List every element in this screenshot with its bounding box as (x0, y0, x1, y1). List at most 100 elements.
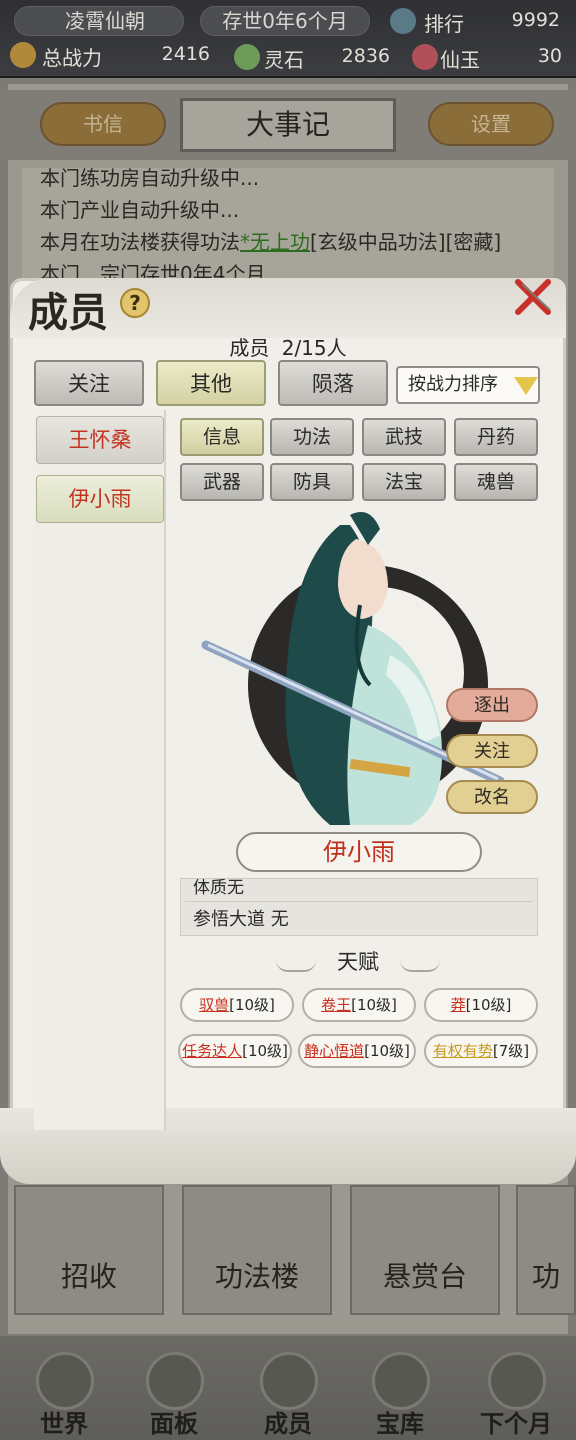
next-month-icon (488, 1352, 546, 1410)
chevron-down-icon (514, 377, 538, 395)
age-pill: 存世0年6个月 (200, 6, 370, 36)
member-list-item[interactable]: 王怀桑 (36, 416, 164, 464)
talent-badge[interactable]: 驭兽[10级] (180, 988, 294, 1022)
jade-icon (412, 44, 438, 70)
letters-button[interactable]: 书信 (40, 102, 166, 146)
sect-name: 凌霄仙朝 (65, 9, 145, 33)
talent-level: [10级] (351, 996, 397, 1014)
tab-martial-arts[interactable]: 武技 (362, 418, 446, 456)
attribute-line: 体质无 (193, 878, 244, 898)
talent-name: 莽 (450, 996, 466, 1014)
talent-badge[interactable]: 任务达人[10级] (178, 1034, 292, 1068)
sect-age: 存世0年6个月 (222, 9, 348, 33)
talent-badge[interactable]: 有权有势[7级] (424, 1034, 538, 1068)
recruit-card[interactable] (14, 1185, 164, 1315)
log-suffix: [玄级中品功法][密藏] (310, 230, 502, 254)
attribute-list: 体质无 参悟大道 无 (180, 878, 538, 936)
jade-value: 30 (537, 45, 562, 67)
yin-yang-icon (372, 1352, 430, 1410)
modal-title: 成员 (28, 289, 108, 336)
log-line: 本门产业自动升级中... (40, 198, 240, 222)
filter-followed-button[interactable]: 关注 (34, 360, 144, 406)
tab-weapons[interactable]: 武器 (180, 463, 264, 501)
nav-treasury[interactable]: 宝库 (350, 1352, 450, 1438)
rank-icon (390, 8, 416, 34)
follow-button[interactable]: 关注 (446, 734, 538, 768)
character-name: 伊小雨 (236, 832, 482, 872)
log-highlight: *无上功 (240, 230, 310, 254)
jade-label: 仙玉 (440, 48, 480, 72)
nav-panel-label: 面板 (150, 1410, 198, 1438)
sort-dropdown[interactable]: 按战力排序 (396, 366, 540, 404)
talent-title-ornament (400, 960, 440, 972)
skill-tower-card[interactable] (182, 1185, 332, 1315)
spirit-stone-label: 灵石 (264, 48, 304, 72)
log-line-text: 本月在功法楼获得功法 (40, 230, 240, 254)
nav-world-label: 世界 (40, 1410, 88, 1438)
rank-value: 9992 (511, 9, 560, 31)
tab-armor[interactable]: 防具 (270, 463, 354, 501)
expel-button[interactable]: 逐出 (446, 688, 538, 722)
tab-elixirs[interactable]: 丹药 (454, 418, 538, 456)
nav-members-label: 成员 (264, 1410, 312, 1438)
filter-fallen-button[interactable]: 陨落 (278, 360, 388, 406)
event-log: 本门练功房自动升级中... 本门产业自动升级中... 本月在功法楼获得功法*无上… (22, 168, 554, 278)
skill-tower-label: 功法楼 (214, 1260, 299, 1293)
log-line: 本门练功房自动升级中... (40, 168, 260, 190)
world-icon (36, 1352, 94, 1410)
attribute-line: 参悟大道 无 (193, 909, 289, 930)
log-line: 本门…宗门存世0年4个月 (40, 262, 266, 278)
tab-skills[interactable]: 功法 (270, 418, 354, 456)
bounty-label: 悬赏台 (382, 1260, 467, 1293)
nav-world[interactable]: 世界 (14, 1352, 114, 1438)
bounty-card[interactable] (350, 1185, 500, 1315)
nav-members[interactable]: 成员 (238, 1352, 338, 1438)
member-count: 成员 2/15人 (180, 332, 396, 361)
log-line: 本月在功法楼获得功法*无上功[玄级中品功法][密藏] (22, 226, 554, 258)
rank-label[interactable]: 排行 (424, 8, 464, 37)
talent-name: 任务达人 (182, 1042, 243, 1060)
nav-next-month-label: 下个月 (480, 1410, 552, 1438)
partial-card[interactable] (516, 1185, 576, 1315)
spirit-stone-icon (234, 44, 260, 70)
talent-badge[interactable]: 卷王[10级] (302, 988, 416, 1022)
tab-info[interactable]: 信息 (180, 418, 264, 456)
talent-level: [10级] (465, 996, 512, 1014)
member-count-label: 成员 (229, 336, 270, 360)
recruit-label: 招收 (60, 1260, 117, 1293)
talent-title: 天赋 (337, 950, 379, 974)
power-icon (10, 42, 36, 68)
member-list-item[interactable]: 伊小雨 (36, 475, 164, 523)
attribute-divider (185, 901, 533, 902)
help-icon[interactable]: ? (120, 288, 150, 318)
talent-badge[interactable]: 静心悟道[10级] (298, 1034, 416, 1068)
talent-name: 驭兽 (199, 996, 230, 1014)
talent-name: 静心悟道 (304, 1042, 365, 1060)
settings-button[interactable]: 设置 (428, 102, 554, 146)
talent-name: 卷王 (321, 996, 352, 1014)
sect-name-pill[interactable]: 凌霄仙朝 (14, 6, 184, 36)
tab-treasures[interactable]: 法宝 (362, 463, 446, 501)
partial-card-label: 功 (531, 1260, 560, 1293)
power-label: 总战力 (42, 46, 102, 70)
talent-level: [10级] (242, 1042, 288, 1060)
rename-button[interactable]: 改名 (446, 780, 538, 814)
nav-treasury-label: 宝库 (376, 1410, 424, 1438)
spirit-stone-value: 2836 (341, 45, 390, 67)
talent-level: [10级] (364, 1042, 410, 1060)
talent-badge[interactable]: 莽[10级] (424, 988, 538, 1022)
nav-next-month[interactable]: 下个月 (466, 1352, 566, 1438)
member-count-value: 2/15人 (281, 336, 347, 360)
filter-other-button[interactable]: 其他 (156, 360, 266, 406)
tab-soul-beasts[interactable]: 魂兽 (454, 463, 538, 501)
power-value: 2416 (161, 43, 210, 65)
scroll-icon (146, 1352, 204, 1410)
talent-level: [10级] (229, 996, 275, 1014)
close-icon[interactable] (512, 276, 554, 318)
talent-level: [7级] (492, 1042, 530, 1060)
members-icon (260, 1352, 318, 1410)
talent-name: 有权有势 (432, 1042, 493, 1060)
nav-panel[interactable]: 面板 (124, 1352, 224, 1438)
top-status-bar: 凌霄仙朝 存世0年6个月 排行 9992 总战力 2416 灵石 2836 仙玉… (0, 0, 576, 78)
chronicle-title: 大事记 (180, 98, 396, 152)
